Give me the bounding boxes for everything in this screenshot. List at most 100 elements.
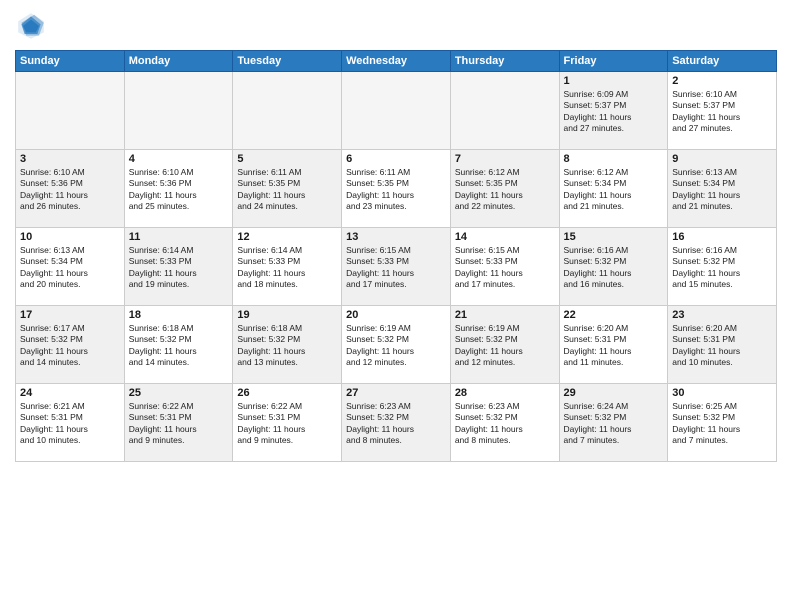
calendar-day-cell: 30 Sunrise: 6:25 AMSunset: 5:32 PMDayligh… — [668, 384, 777, 462]
calendar-day-cell: 26 Sunrise: 6:22 AMSunset: 5:31 PMDayligh… — [233, 384, 342, 462]
calendar-day-cell: 4 Sunrise: 6:10 AMSunset: 5:36 PMDaylight… — [124, 150, 233, 228]
day-info: Sunrise: 6:11 AMSunset: 5:35 PMDaylight:… — [237, 167, 337, 213]
calendar-day-cell: 9 Sunrise: 6:13 AMSunset: 5:34 PMDaylight… — [668, 150, 777, 228]
logo-icon — [15, 10, 47, 42]
day-number: 12 — [237, 231, 337, 243]
logo — [15, 10, 51, 42]
calendar-day-cell: 6 Sunrise: 6:11 AMSunset: 5:35 PMDaylight… — [342, 150, 451, 228]
calendar-day-cell — [124, 72, 233, 150]
calendar-day-cell: 8Sunrise: 6:12 AMSunset: 5:34 PMDaylight… — [559, 150, 668, 228]
day-info: Sunrise: 6:15 AMSunset: 5:33 PMDaylight:… — [455, 245, 555, 291]
calendar-day-cell: 21Sunrise: 6:19 AMSunset: 5:32 PMDayligh… — [450, 306, 559, 384]
day-info: Sunrise: 6:13 AMSunset: 5:34 PMDaylight:… — [20, 245, 120, 291]
calendar-week-row: 24 Sunrise: 6:21 AMSunset: 5:31 PMDayligh… — [16, 384, 777, 462]
calendar-day-cell: 3 Sunrise: 6:10 AMSunset: 5:36 PMDaylight… — [16, 150, 125, 228]
day-info: Sunrise: 6:10 AMSunset: 5:36 PMDaylight:… — [129, 167, 229, 213]
calendar-day-cell: 19 Sunrise: 6:18 AMSunset: 5:32 PMDayligh… — [233, 306, 342, 384]
day-number: 30 — [672, 387, 772, 399]
calendar-day-cell: 2 Sunrise: 6:10 AMSunset: 5:37 PMDaylight… — [668, 72, 777, 150]
day-number: 24 — [20, 387, 120, 399]
calendar-day-cell: 12 Sunrise: 6:14 AMSunset: 5:33 PMDayligh… — [233, 228, 342, 306]
day-info: Sunrise: 6:18 AMSunset: 5:32 PMDaylight:… — [237, 323, 337, 369]
day-info: Sunrise: 6:20 AMSunset: 5:31 PMDaylight:… — [564, 323, 664, 369]
day-info: Sunrise: 6:13 AMSunset: 5:34 PMDaylight:… — [672, 167, 772, 213]
day-info: Sunrise: 6:19 AMSunset: 5:32 PMDaylight:… — [346, 323, 446, 369]
weekday-header: Sunday — [16, 51, 125, 72]
calendar-table: SundayMondayTuesdayWednesdayThursdayFrid… — [15, 50, 777, 462]
calendar-day-cell: 10 Sunrise: 6:13 AMSunset: 5:34 PMDayligh… — [16, 228, 125, 306]
weekday-header: Tuesday — [233, 51, 342, 72]
calendar-day-cell: 16 Sunrise: 6:16 AMSunset: 5:32 PMDayligh… — [668, 228, 777, 306]
day-number: 3 — [20, 153, 120, 165]
day-info: Sunrise: 6:10 AMSunset: 5:36 PMDaylight:… — [20, 167, 120, 213]
day-number: 4 — [129, 153, 229, 165]
calendar-week-row: 1 Sunrise: 6:09 AMSunset: 5:37 PMDaylight… — [16, 72, 777, 150]
day-number: 5 — [237, 153, 337, 165]
day-info: Sunrise: 6:21 AMSunset: 5:31 PMDaylight:… — [20, 401, 120, 447]
day-number: 18 — [129, 309, 229, 321]
day-number: 19 — [237, 309, 337, 321]
day-number: 14 — [455, 231, 555, 243]
day-info: Sunrise: 6:11 AMSunset: 5:35 PMDaylight:… — [346, 167, 446, 213]
day-number: 10 — [20, 231, 120, 243]
calendar-day-cell — [233, 72, 342, 150]
calendar-day-cell: 20 Sunrise: 6:19 AMSunset: 5:32 PMDayligh… — [342, 306, 451, 384]
day-info: Sunrise: 6:22 AMSunset: 5:31 PMDaylight:… — [237, 401, 337, 447]
day-info: Sunrise: 6:16 AMSunset: 5:32 PMDaylight:… — [672, 245, 772, 291]
calendar-day-cell — [450, 72, 559, 150]
day-number: 22 — [564, 309, 664, 321]
weekday-header: Saturday — [668, 51, 777, 72]
day-number: 1 — [564, 75, 664, 87]
header — [15, 10, 777, 42]
day-number: 13 — [346, 231, 446, 243]
day-number: 9 — [672, 153, 772, 165]
day-info: Sunrise: 6:25 AMSunset: 5:32 PMDaylight:… — [672, 401, 772, 447]
day-info: Sunrise: 6:12 AMSunset: 5:35 PMDaylight:… — [455, 167, 555, 213]
day-info: Sunrise: 6:09 AMSunset: 5:37 PMDaylight:… — [564, 89, 664, 135]
day-info: Sunrise: 6:22 AMSunset: 5:31 PMDaylight:… — [129, 401, 229, 447]
calendar-day-cell: 25 Sunrise: 6:22 AMSunset: 5:31 PMDayligh… — [124, 384, 233, 462]
calendar-day-cell: 24 Sunrise: 6:21 AMSunset: 5:31 PMDayligh… — [16, 384, 125, 462]
day-number: 27 — [346, 387, 446, 399]
calendar-day-cell — [342, 72, 451, 150]
day-number: 26 — [237, 387, 337, 399]
calendar-day-cell: 5 Sunrise: 6:11 AMSunset: 5:35 PMDaylight… — [233, 150, 342, 228]
calendar-day-cell: 28Sunrise: 6:23 AMSunset: 5:32 PMDayligh… — [450, 384, 559, 462]
day-number: 20 — [346, 309, 446, 321]
day-number: 21 — [455, 309, 555, 321]
day-number: 11 — [129, 231, 229, 243]
day-info: Sunrise: 6:18 AMSunset: 5:32 PMDaylight:… — [129, 323, 229, 369]
day-info: Sunrise: 6:14 AMSunset: 5:33 PMDaylight:… — [129, 245, 229, 291]
day-number: 15 — [564, 231, 664, 243]
day-info: Sunrise: 6:20 AMSunset: 5:31 PMDaylight:… — [672, 323, 772, 369]
calendar-day-cell: 22 Sunrise: 6:20 AMSunset: 5:31 PMDayligh… — [559, 306, 668, 384]
calendar-day-cell: 17 Sunrise: 6:17 AMSunset: 5:32 PMDayligh… — [16, 306, 125, 384]
day-number: 6 — [346, 153, 446, 165]
day-number: 7 — [455, 153, 555, 165]
weekday-header-row: SundayMondayTuesdayWednesdayThursdayFrid… — [16, 51, 777, 72]
calendar-day-cell: 23Sunrise: 6:20 AMSunset: 5:31 PMDayligh… — [668, 306, 777, 384]
day-number: 17 — [20, 309, 120, 321]
day-info: Sunrise: 6:10 AMSunset: 5:37 PMDaylight:… — [672, 89, 772, 135]
day-number: 16 — [672, 231, 772, 243]
calendar-day-cell: 27Sunrise: 6:23 AMSunset: 5:32 PMDayligh… — [342, 384, 451, 462]
weekday-header: Wednesday — [342, 51, 451, 72]
day-info: Sunrise: 6:12 AMSunset: 5:34 PMDaylight:… — [564, 167, 664, 213]
day-number: 2 — [672, 75, 772, 87]
calendar-day-cell: 7 Sunrise: 6:12 AMSunset: 5:35 PMDaylight… — [450, 150, 559, 228]
calendar-day-cell: 15Sunrise: 6:16 AMSunset: 5:32 PMDayligh… — [559, 228, 668, 306]
calendar-day-cell: 29Sunrise: 6:24 AMSunset: 5:32 PMDayligh… — [559, 384, 668, 462]
calendar-day-cell: 14 Sunrise: 6:15 AMSunset: 5:33 PMDayligh… — [450, 228, 559, 306]
calendar-day-cell: 1 Sunrise: 6:09 AMSunset: 5:37 PMDaylight… — [559, 72, 668, 150]
weekday-header: Monday — [124, 51, 233, 72]
day-info: Sunrise: 6:15 AMSunset: 5:33 PMDaylight:… — [346, 245, 446, 291]
day-info: Sunrise: 6:14 AMSunset: 5:33 PMDaylight:… — [237, 245, 337, 291]
calendar-week-row: 10 Sunrise: 6:13 AMSunset: 5:34 PMDayligh… — [16, 228, 777, 306]
calendar-week-row: 3 Sunrise: 6:10 AMSunset: 5:36 PMDaylight… — [16, 150, 777, 228]
calendar-container: SundayMondayTuesdayWednesdayThursdayFrid… — [0, 0, 792, 612]
day-info: Sunrise: 6:17 AMSunset: 5:32 PMDaylight:… — [20, 323, 120, 369]
day-number: 25 — [129, 387, 229, 399]
weekday-header: Thursday — [450, 51, 559, 72]
calendar-day-cell — [16, 72, 125, 150]
day-info: Sunrise: 6:24 AMSunset: 5:32 PMDaylight:… — [564, 401, 664, 447]
